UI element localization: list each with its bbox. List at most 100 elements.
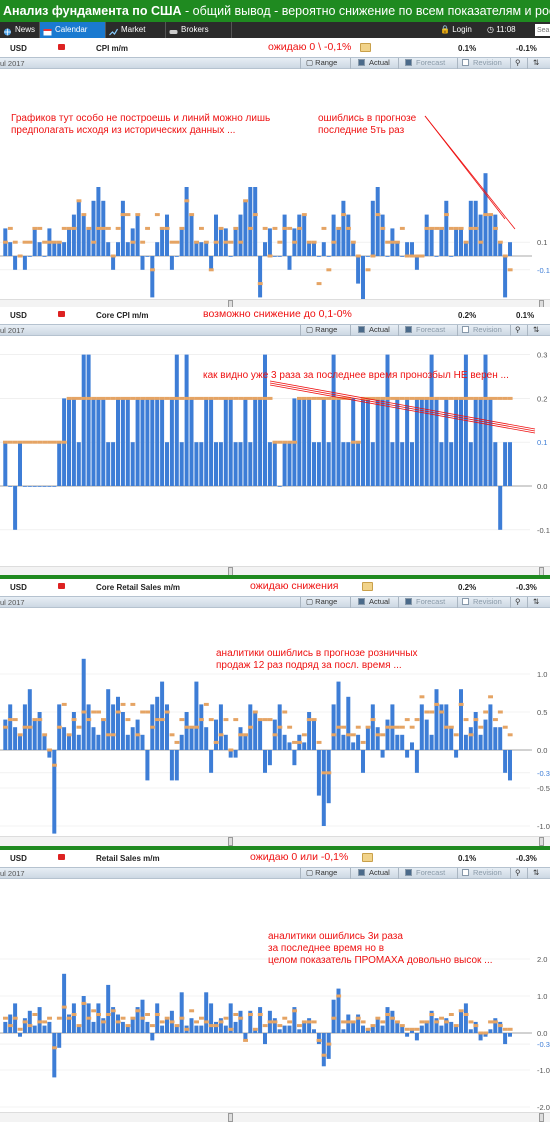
forecast-mark [448, 1013, 454, 1016]
actual-bar [258, 398, 263, 486]
scroll-handle-right[interactable] [539, 1113, 544, 1122]
forecast-mark [164, 396, 170, 400]
forecast-mark [56, 1016, 62, 1020]
zoom-icon[interactable]: ⚲ [515, 325, 521, 335]
forecast-mark [37, 718, 43, 722]
settings-icon[interactable]: ⇅ [533, 868, 539, 878]
folder-icon[interactable] [362, 582, 373, 591]
range-button[interactable]: ▢ Range [306, 868, 337, 878]
actual-checkbox[interactable] [358, 869, 365, 876]
forecast-checkbox[interactable] [405, 326, 412, 333]
forecast-mark [483, 1031, 489, 1035]
actual-bar [493, 214, 498, 256]
range-scrollbar[interactable] [0, 566, 550, 576]
actual-bar [454, 398, 459, 486]
forecast-mark [238, 240, 244, 244]
y-tick-label: -1.0 [537, 822, 550, 831]
actual-bar [204, 992, 209, 1033]
actual-bar [454, 750, 459, 758]
forecast-mark [86, 226, 92, 230]
actual-bar [22, 486, 27, 487]
actual-bar [194, 242, 199, 256]
actual-bar [233, 750, 238, 758]
forecast-checkbox[interactable] [405, 59, 412, 66]
forecast-mark [321, 1053, 327, 1057]
forecast-mark [463, 1013, 469, 1016]
zoom-icon[interactable]: ⚲ [515, 597, 521, 607]
indicator-row[interactable]: USD Core CPI m/m возможно снижение до 0,… [0, 307, 550, 324]
range-button[interactable]: ▢ Range [306, 325, 337, 335]
scroll-handle-left[interactable] [228, 837, 233, 846]
forecast-mark [61, 226, 67, 230]
actual-checkbox[interactable] [358, 326, 365, 333]
range-button[interactable]: ▢ Range [306, 597, 337, 607]
forecast-mark [81, 710, 87, 714]
zoom-icon[interactable]: ⚲ [515, 868, 521, 878]
divider [398, 868, 399, 879]
login-button[interactable]: 🔒 Login [440, 22, 472, 38]
actual-bar [76, 200, 81, 256]
settings-icon[interactable]: ⇅ [533, 325, 539, 335]
forecast-mark [56, 440, 62, 444]
range-button[interactable]: ▢ Range [306, 58, 337, 68]
folder-icon[interactable] [360, 43, 371, 52]
chart-toolbar: ul 2017 ▢ Range Actual Forecast Revision… [0, 324, 550, 336]
forecast-mark [61, 440, 67, 444]
actual-checkbox[interactable] [358, 598, 365, 605]
tab-brokers[interactable]: Brokers [166, 22, 232, 38]
revision-checkbox[interactable] [462, 326, 469, 333]
clock-time: 11:08 [496, 25, 516, 34]
revision-checkbox[interactable] [462, 598, 469, 605]
forecast-mark [463, 240, 469, 244]
forecast-mark [150, 268, 155, 272]
forecast-mark [301, 1020, 307, 1024]
forecast-checkbox[interactable] [405, 598, 412, 605]
actual-bar [346, 696, 351, 750]
forecast-mark [110, 396, 116, 400]
range-scrollbar[interactable] [0, 836, 550, 846]
actual-bar [307, 712, 312, 750]
forecast-mark [76, 396, 82, 400]
actual-bar [263, 750, 267, 773]
actual-bar [62, 727, 67, 750]
range-scrollbar[interactable] [0, 1112, 550, 1122]
actual-bar [326, 1033, 331, 1059]
indicator-row[interactable]: USD Retail Sales m/m ожидаю 0 или -0,1% … [0, 850, 550, 867]
forecast-mark [453, 733, 459, 737]
revision-checkbox[interactable] [462, 869, 469, 876]
actual-bar [135, 214, 140, 256]
settings-icon[interactable]: ⇅ [533, 597, 539, 607]
folder-icon[interactable] [362, 853, 373, 862]
tab-calendar[interactable]: Calendar [40, 22, 106, 38]
forecast-mark [507, 1027, 513, 1031]
calendar-icon [43, 26, 52, 36]
scroll-handle-right[interactable] [539, 837, 544, 846]
forecast-mark [419, 1020, 425, 1024]
divider [510, 868, 511, 879]
indicator-row[interactable]: USD Core Retail Sales m/m ожидаю снижени… [0, 579, 550, 596]
actual-bar [488, 704, 493, 750]
forecast-mark [66, 226, 72, 230]
settings-icon[interactable]: ⇅ [533, 58, 539, 68]
forecast-mark [488, 695, 493, 699]
actual-bar [106, 442, 111, 486]
tab-news[interactable]: News [0, 22, 40, 38]
tab-market[interactable]: Market [106, 22, 166, 38]
range-icon: ▢ [306, 58, 316, 67]
search-input[interactable] [535, 24, 550, 36]
revision-checkbox[interactable] [462, 59, 469, 66]
indicator-row[interactable]: USD CPI m/m ожидаю 0 \ -0,1% 0.1% -0.1% [0, 40, 550, 57]
actual-bar [326, 750, 331, 804]
actual-checkbox[interactable] [358, 59, 365, 66]
scroll-handle-left[interactable] [228, 1113, 233, 1122]
forecast-mark [184, 725, 190, 729]
actual-bar [204, 242, 209, 256]
actual-bar [228, 256, 233, 257]
actual-bar [498, 242, 503, 256]
forecast-mark [439, 226, 444, 230]
tab-news-label: News [15, 25, 36, 34]
zoom-icon[interactable]: ⚲ [515, 58, 521, 68]
forecast-mark [458, 226, 464, 230]
forecast-checkbox[interactable] [405, 869, 412, 876]
y-tick-label: 0.5 [537, 708, 547, 717]
